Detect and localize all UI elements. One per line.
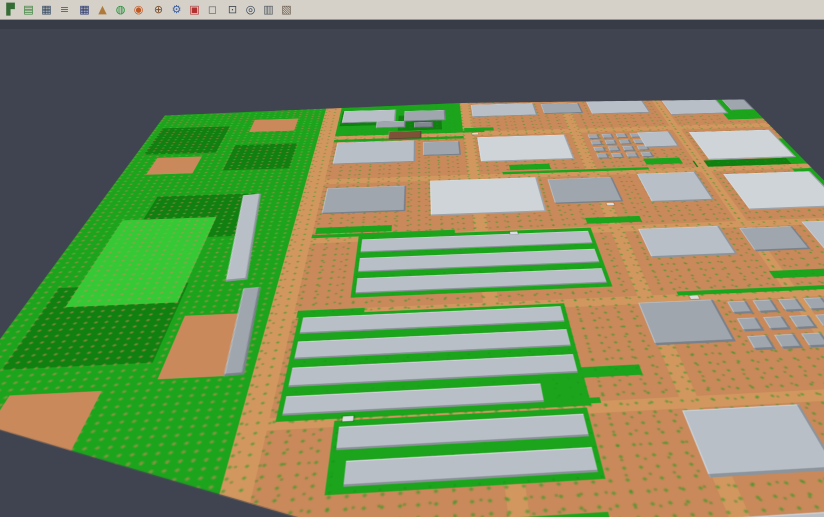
building-roof	[638, 226, 737, 258]
vegetation-patch	[643, 158, 683, 165]
building-roof	[388, 131, 421, 140]
select-icon[interactable]: ◻	[205, 2, 220, 17]
application-window: ▛▤▦≡▦▲◍◉⊕⚙▣◻⊡◎▥▧	[0, 0, 824, 517]
building-roof	[638, 299, 736, 345]
toolbar-divider	[0, 20, 824, 29]
building-roof	[739, 226, 811, 251]
classification-icon[interactable]: ◉	[131, 2, 146, 17]
vehicle	[342, 416, 353, 422]
storage-unit	[622, 146, 635, 151]
vegetation-patch	[509, 164, 551, 171]
vehicle	[689, 295, 699, 299]
storage-unit	[801, 333, 824, 348]
storage-unit	[601, 134, 614, 139]
zoom-extent-icon[interactable]: ⊡	[225, 2, 240, 17]
export-icon[interactable]: ▧	[279, 2, 294, 17]
storage-unit	[619, 140, 632, 145]
vehicle	[510, 231, 518, 234]
snapshot-icon[interactable]: ▥	[261, 2, 276, 17]
building-roof	[682, 404, 824, 477]
save-icon[interactable]: ▦	[39, 2, 54, 17]
building-roof	[723, 171, 824, 210]
grid-icon[interactable]: ▦	[77, 2, 92, 17]
storage-unit	[593, 147, 606, 152]
measure-icon[interactable]: ⊕	[151, 2, 166, 17]
building-roof	[637, 172, 715, 202]
storage-unit	[587, 134, 600, 139]
building-roof	[541, 103, 584, 114]
storage-unit	[747, 335, 776, 350]
3d-viewport[interactable]	[0, 29, 824, 517]
ground-patch	[249, 119, 298, 132]
vegetation-patch	[223, 143, 298, 170]
building-roof	[471, 103, 538, 117]
storage-unit	[608, 146, 621, 151]
terrain-model	[0, 95, 824, 517]
building-roof	[414, 122, 433, 128]
toolbar: ▛▤▦≡▦▲◍◉⊕⚙▣◻⊡◎▥▧	[0, 0, 824, 20]
storage-unit	[774, 334, 803, 349]
terrain-icon[interactable]: ▲	[95, 2, 110, 17]
vehicle	[472, 133, 478, 135]
storage-unit	[763, 316, 791, 330]
storage-unit	[596, 153, 609, 158]
import-data-icon[interactable]: ▤	[21, 2, 36, 17]
storage-unit	[737, 317, 765, 331]
storage-unit	[605, 140, 618, 145]
storage-unit	[611, 153, 624, 158]
storage-unit	[727, 301, 754, 314]
vegetation-patch	[585, 216, 642, 224]
orthophoto-icon[interactable]: ◍	[113, 2, 128, 17]
globe-icon[interactable]: ◎	[243, 2, 258, 17]
building-roof	[548, 177, 624, 204]
building-roof	[689, 130, 796, 160]
building-roof	[662, 99, 729, 115]
storage-unit	[640, 152, 654, 157]
storage-unit	[615, 133, 628, 138]
storage-unit	[590, 140, 603, 145]
building-roof	[333, 140, 416, 164]
layers-icon[interactable]: ≡	[57, 2, 72, 17]
building-roof	[376, 121, 406, 128]
building-roof	[322, 186, 407, 214]
open-project-icon[interactable]: ▛	[3, 2, 18, 17]
building-roof	[477, 135, 575, 162]
storage-unit	[626, 152, 640, 157]
storage-unit	[753, 300, 780, 313]
building-roof	[586, 100, 651, 115]
settings-icon[interactable]: ⚙	[169, 2, 184, 17]
building-roof	[801, 219, 824, 258]
building-roof	[430, 177, 547, 216]
building-roof	[404, 110, 446, 121]
clip-box-icon[interactable]: ▣	[187, 2, 202, 17]
shed-gap-vegetation	[314, 512, 619, 517]
building-roof	[423, 141, 461, 156]
vehicle	[606, 203, 614, 206]
